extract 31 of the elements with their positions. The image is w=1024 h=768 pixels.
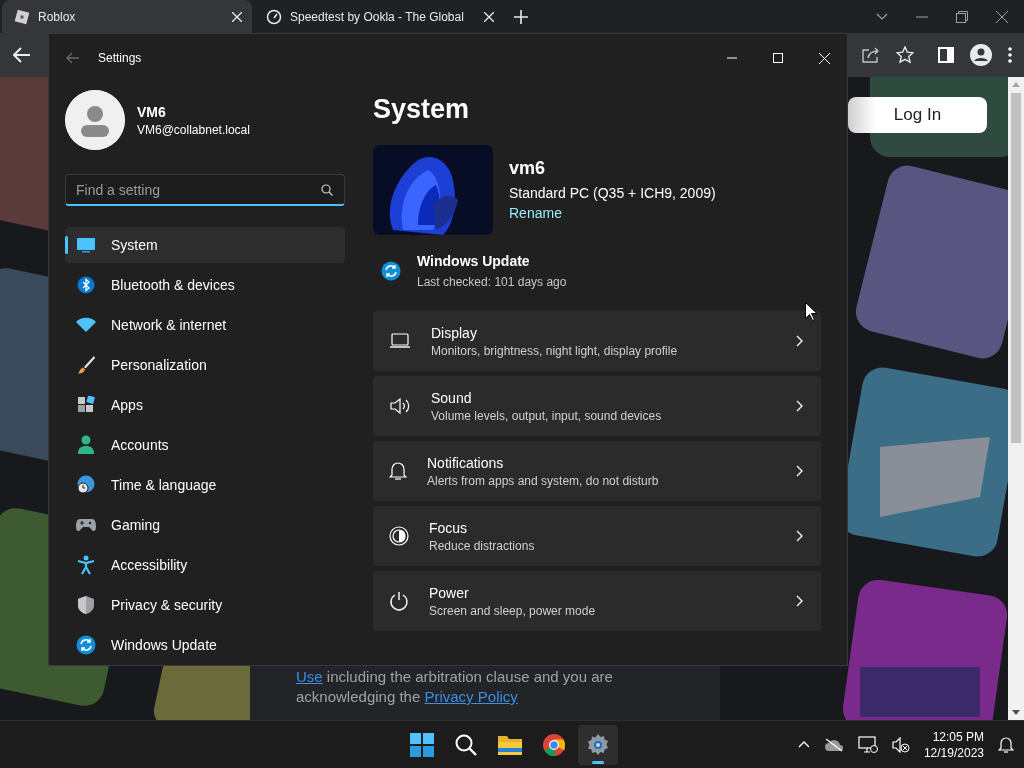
cloud-off-icon[interactable] — [823, 737, 844, 752]
menu-icon[interactable] — [1008, 47, 1012, 63]
browser-icon[interactable] — [542, 733, 566, 757]
window-title: Settings — [98, 51, 142, 65]
chevron-down-icon[interactable] — [876, 12, 888, 21]
speaker-muted-icon[interactable] — [891, 736, 910, 753]
share-icon[interactable] — [862, 47, 880, 63]
folder-icon[interactable] — [497, 734, 523, 756]
gauge-icon — [266, 8, 282, 25]
clock-time[interactable]: 12:05 PM — [923, 728, 984, 745]
bell-icon[interactable] — [998, 735, 1014, 754]
gear-icon[interactable] — [586, 733, 610, 757]
maximize-icon[interactable] — [773, 53, 783, 63]
network-icon[interactable] — [857, 735, 878, 754]
side-panel-icon[interactable] — [938, 47, 954, 63]
chevron-up-icon[interactable] — [797, 741, 810, 748]
taskbar-app[interactable] — [578, 725, 618, 765]
star-icon[interactable] — [896, 46, 914, 64]
profile-icon[interactable] — [970, 44, 992, 66]
close-icon[interactable] — [996, 10, 1008, 23]
cube-icon — [14, 8, 30, 25]
clock-date[interactable]: 12/19/2023 — [923, 744, 984, 761]
minimize-icon[interactable] — [916, 15, 928, 18]
restore-icon[interactable] — [956, 10, 968, 23]
browser-tab[interactable]: Roblox — [2, 0, 252, 33]
browser-tab[interactable]: Speedtest by Ookla - The Global — [254, 0, 504, 33]
scrollbar[interactable] — [1008, 77, 1024, 720]
start-icon[interactable] — [410, 733, 434, 757]
plus-icon[interactable] — [514, 9, 528, 24]
scroll-down-icon[interactable] — [1012, 710, 1020, 715]
search-icon[interactable] — [454, 733, 478, 757]
